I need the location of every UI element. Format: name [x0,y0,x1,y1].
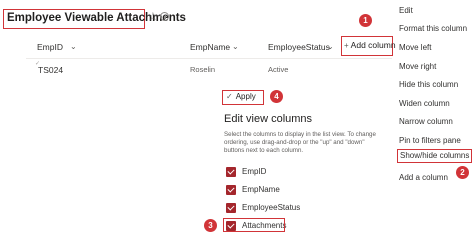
info-icon[interactable] [160,12,169,21]
menu-item-show-hide-columns[interactable]: Show/hide columns [397,149,473,163]
step-badge-1: 1 [359,14,372,27]
menu-item-hide-column[interactable]: Hide this column [399,79,458,90]
menu-item-move-right[interactable]: Move right [399,61,436,72]
star-icon[interactable]: ☆ [148,10,158,24]
menu-item-widen-column[interactable]: Widen column [399,98,450,109]
checkbox-empname[interactable] [226,185,236,195]
cell-empname: Roselin [190,65,216,74]
header-divider [26,58,392,59]
checkmark-icon: ✓ [226,92,233,101]
page-title: Employee Viewable Attachments [3,9,186,29]
column-header-employeestatus[interactable]: EmployeeStatus [268,42,330,53]
menu-item-add-column[interactable]: Add a column [399,172,448,183]
column-header-empname[interactable]: EmpName [190,42,230,53]
chevron-down-icon[interactable]: ⌄ [327,41,334,52]
add-column-button[interactable]: + Add column [341,36,396,56]
pane-title: Edit view columns [224,113,313,125]
cell-empid: TS024 [38,65,64,75]
step-badge-3: 3 [204,219,217,232]
menu-item-format-column[interactable]: Format this column [399,23,467,34]
step-badge-2: 2 [456,166,469,179]
step-badge-4: 4 [270,90,283,103]
menu-item-pin-filters[interactable]: Pin to filters pane [399,135,461,146]
checkbox-empid[interactable] [226,167,236,177]
menu-item-narrow-column[interactable]: Narrow column [399,116,453,127]
attachments-highlight [223,218,285,232]
checkbox-label-empname: EmpName [242,185,280,194]
checkbox-label-empid: EmpID [242,167,267,176]
add-column-label: Add column [350,40,396,50]
pane-description: Select the columns to display in the lis… [224,131,376,155]
column-header-empid[interactable]: EmpID [37,42,63,53]
menu-item-move-left[interactable]: Move left [399,42,431,53]
checkbox-employeestatus[interactable] [226,203,236,213]
column-context-menu: Edit Format this column Move left Move r… [396,0,474,240]
chevron-down-icon[interactable]: ⌄ [232,41,239,52]
chevron-down-icon[interactable]: ⌄ [70,41,77,52]
apply-button[interactable]: ✓ Apply [222,90,264,105]
checkbox-label-employeestatus: EmployeeStatus [242,203,301,212]
plus-icon: + [344,41,349,50]
apply-label: Apply [235,92,256,101]
cell-status: Active [268,65,289,74]
menu-item-edit[interactable]: Edit [399,5,413,16]
